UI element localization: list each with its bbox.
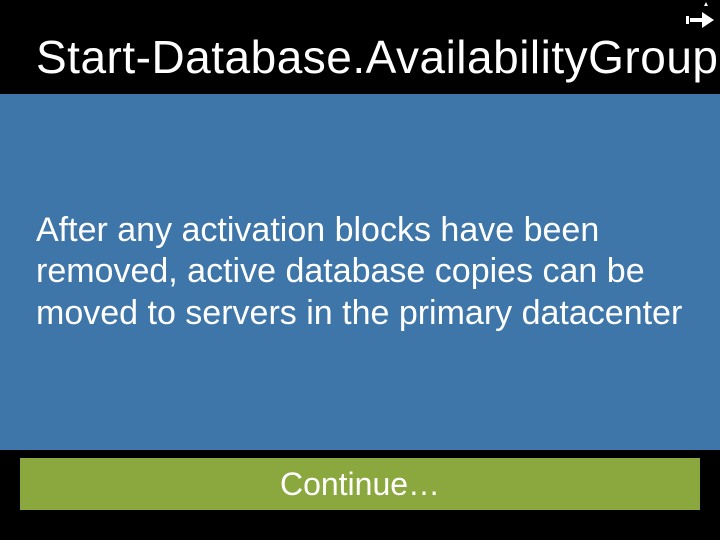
slide-body-text: After any activation blocks have been re… — [36, 210, 684, 334]
content-panel: After any activation blocks have been re… — [0, 94, 720, 450]
slide-title: Start-Database.AvailabilityGroup — [36, 30, 718, 84]
continue-button[interactable]: Continue… — [20, 458, 700, 510]
pointer-hand-icon — [680, 0, 720, 40]
continue-label: Continue… — [280, 466, 440, 503]
